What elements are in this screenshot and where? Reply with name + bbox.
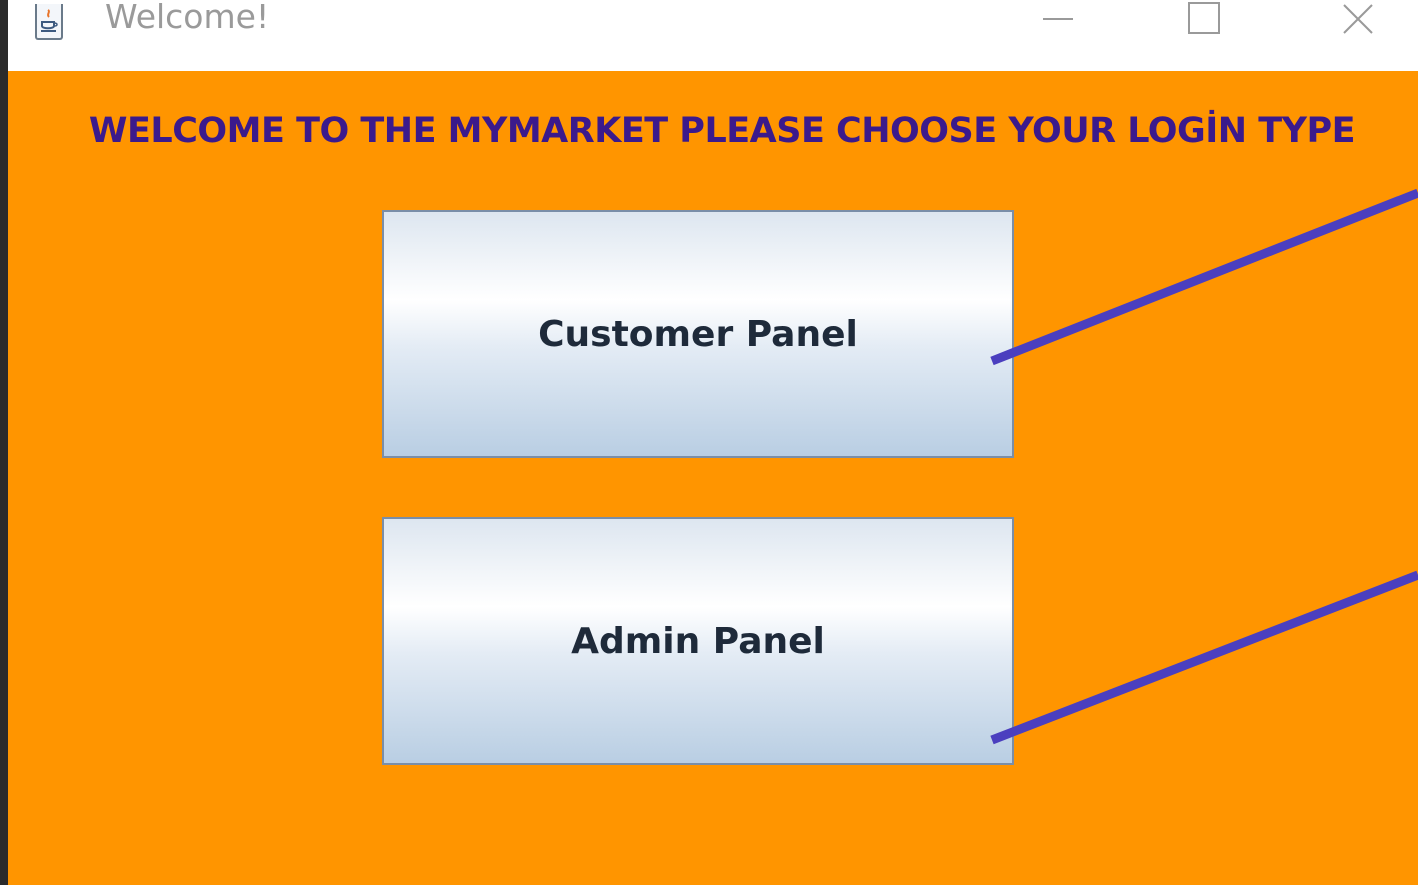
minimize-icon[interactable]	[1028, 0, 1088, 46]
admin-panel-label: Admin Panel	[571, 620, 825, 662]
java-cup-icon	[35, 4, 63, 40]
app-window: Welcome! WELCOME TO THE MYMARKET PLEASE …	[8, 0, 1418, 885]
close-icon[interactable]	[1326, 0, 1386, 46]
maximize-icon[interactable]	[1176, 0, 1236, 46]
title-bar[interactable]: Welcome!	[8, 0, 1418, 71]
customer-panel-button[interactable]: Customer Panel	[382, 210, 1014, 458]
customer-panel-label: Customer Panel	[538, 313, 858, 355]
admin-panel-button[interactable]: Admin Panel	[382, 517, 1014, 765]
window-title: Welcome!	[105, 0, 270, 36]
page-title: WELCOME TO THE MYMARKET PLEASE CHOOSE YO…	[88, 111, 1356, 151]
content-panel: WELCOME TO THE MYMARKET PLEASE CHOOSE YO…	[8, 71, 1418, 885]
